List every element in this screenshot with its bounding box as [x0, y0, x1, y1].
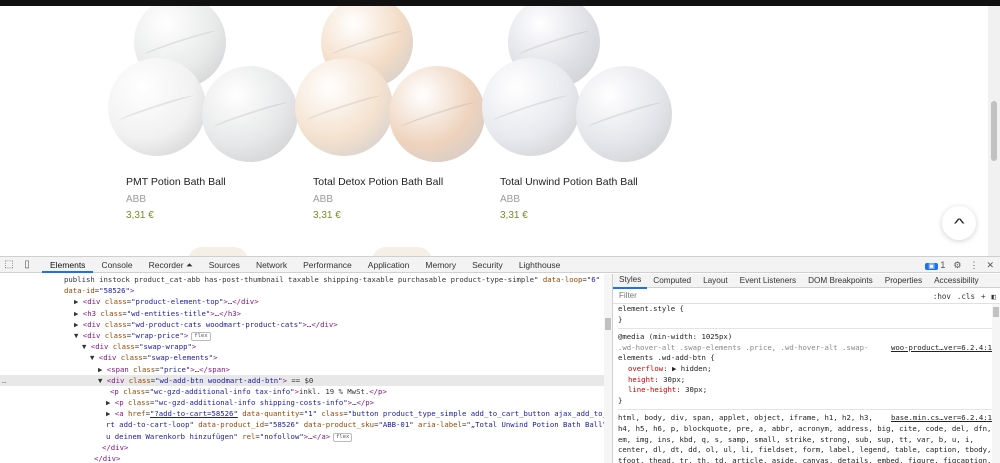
product-brand[interactable]: ABB: [126, 194, 146, 205]
styles-tab-computed[interactable]: Computed: [647, 274, 697, 288]
dom-node-line[interactable]: ▶ <div class="wd-product-cats woodmart-p…: [0, 319, 612, 330]
bath-ball-shape: [295, 58, 393, 156]
styles-filter-bar: Filter :hov .cls + ◧: [613, 288, 1000, 304]
devtools-tab-sources[interactable]: Sources: [201, 257, 248, 273]
next-row-product-peek: [188, 247, 248, 256]
dom-node-line[interactable]: ▼ <div class="swap-elements">: [0, 352, 612, 363]
devtools-tab-lighthouse[interactable]: Lighthouse: [511, 257, 569, 273]
dom-node-line[interactable]: publish instock product_cat-abb has-post…: [0, 274, 612, 285]
devtools-tab-console[interactable]: Console: [93, 257, 140, 273]
issues-icon: ▣: [925, 263, 938, 270]
css-rule-line[interactable]: }: [618, 396, 1000, 407]
css-declaration[interactable]: overflow: ▶ hidden;: [618, 364, 1000, 375]
styles-pane: Styles Computed Layout Event Listeners DOM B…: [612, 274, 1000, 463]
css-declaration[interactable]: height: 30px;: [618, 375, 1000, 386]
product-price: 3,31 €: [500, 210, 528, 221]
product-price: 3,31 €: [313, 210, 341, 221]
product-grid: PMT Potion Bath Ball ABB 3,31 € Total De…: [0, 6, 1000, 256]
product-price: 3,31 €: [126, 210, 154, 221]
dom-node-line[interactable]: ▼ <div class="wrap-price"> flex: [0, 330, 612, 341]
product-brand[interactable]: ABB: [313, 194, 333, 205]
dom-node-line[interactable]: </div>: [0, 442, 612, 453]
chevron-up-icon: ^: [953, 215, 965, 231]
product-image[interactable]: [295, 6, 485, 166]
devtools-panel: ⬚ ▯ Elements Console Recorder ⏶ Sources Netw…: [0, 256, 1000, 463]
css-rule-line[interactable]: element.style {: [618, 304, 1000, 315]
inspect-element-icon[interactable]: ⬚: [0, 257, 18, 273]
settings-gear-icon[interactable]: ⚙: [953, 260, 961, 271]
product-image[interactable]: [482, 6, 672, 166]
styles-tab-bar: Styles Computed Layout Event Listeners DOM B…: [613, 274, 1000, 289]
rule-divider: [618, 328, 1000, 330]
page-scrollbar[interactable]: [988, 6, 1000, 256]
issues-badge[interactable]: ▣ 1: [925, 260, 945, 270]
devtools-tab-recorder[interactable]: Recorder ⏶: [141, 257, 201, 273]
styles-tab-event-listeners[interactable]: Event Listeners: [734, 274, 802, 288]
devtools-tab-network[interactable]: Network: [248, 257, 295, 273]
scroll-to-top-button[interactable]: ^: [942, 206, 976, 240]
styles-filter-input[interactable]: Filter: [619, 291, 637, 300]
device-toolbar-icon[interactable]: ▯: [18, 257, 36, 273]
devtools-tab-memory[interactable]: Memory: [417, 257, 464, 273]
css-rule-line[interactable]: }: [618, 315, 1000, 326]
css-rule-line[interactable]: @media (min-width: 1025px): [618, 332, 1000, 343]
css-rule-line[interactable]: html, body, div, span, applet, object, i…: [618, 413, 1000, 424]
stylesheet-source-link[interactable]: woo-product…ver=6.2.4:1: [891, 343, 992, 354]
devtools-tab-elements[interactable]: Elements: [42, 257, 94, 273]
css-rule-line[interactable]: elements .wd-add-btn {: [618, 353, 1000, 364]
more-options-icon[interactable]: ⋮: [969, 260, 978, 271]
elements-dom-tree[interactable]: publish instock product_cat-abb has-post…: [0, 274, 612, 463]
dom-node-line[interactable]: <p class="wc-gzd-additional-info tax-inf…: [0, 386, 612, 397]
styles-tool-new-rule[interactable]: +: [981, 292, 986, 301]
next-row-product-peek: [372, 247, 432, 256]
bath-ball-shape: [202, 66, 298, 162]
toggle-sidebar-icon[interactable]: ◧: [991, 292, 996, 301]
close-icon[interactable]: ✕: [986, 260, 994, 271]
dom-node-line[interactable]: ▶ <h3 class="wd-entities-title">…</h3>: [0, 308, 612, 319]
product-card[interactable]: Total Detox Potion Bath Ball ABB 3,31 €: [295, 6, 485, 221]
bath-ball-shape: [576, 66, 672, 162]
bath-ball-shape: [482, 58, 580, 156]
dom-node-line[interactable]: data-id="58526">: [0, 285, 612, 296]
stylesheet-source-link[interactable]: base.min.cs…ver=6.2.4:1: [891, 413, 992, 424]
product-title[interactable]: Total Detox Potion Bath Ball: [313, 176, 443, 188]
styles-tab-dom-breakpoints[interactable]: DOM Breakpoints: [802, 274, 879, 288]
bath-ball-shape: [108, 58, 206, 156]
product-card[interactable]: PMT Potion Bath Ball ABB 3,31 €: [108, 6, 298, 221]
styles-tab-layout[interactable]: Layout: [697, 274, 734, 288]
dom-node-line[interactable]: ▼ <div class="swap-wrapp">: [0, 341, 612, 352]
styles-tool-class-toggle[interactable]: .cls: [957, 292, 975, 301]
product-image[interactable]: [108, 6, 298, 166]
styles-tab-properties[interactable]: Properties: [879, 274, 928, 288]
css-rules-list[interactable]: element.style {} @media (min-width: 1025p…: [613, 304, 1000, 463]
product-title[interactable]: PMT Potion Bath Ball: [126, 176, 226, 188]
dom-node-line[interactable]: u deinem Warenkorb hinzufügen" rel="nofo…: [0, 431, 612, 442]
devtools-tab-application[interactable]: Application: [360, 257, 418, 273]
dom-node-line[interactable]: rt add-to-cart-loop" data-product_id="58…: [0, 419, 612, 430]
product-brand[interactable]: ABB: [500, 194, 520, 205]
styles-tab-accessibility[interactable]: Accessibility: [928, 274, 985, 288]
styles-tab-styles[interactable]: Styles: [613, 274, 648, 289]
product-card[interactable]: Total Unwind Potion Bath Ball ABB 3,31 €: [482, 6, 672, 221]
styles-tool-hover-state[interactable]: :hov: [933, 292, 951, 301]
dom-node-line[interactable]: ▶ <span class="price">…</span>: [0, 364, 612, 375]
devtools-tab-security[interactable]: Security: [464, 257, 511, 273]
product-title[interactable]: Total Unwind Potion Bath Ball: [500, 176, 638, 188]
css-rule-line[interactable]: .wd-hover-alt .swap-elements .price, .wd…: [618, 343, 1000, 354]
css-declaration[interactable]: line-height: 30px;: [618, 385, 1000, 396]
dom-node-line[interactable]: ▶ <p class="wc-gzd-additional-info shipp…: [0, 397, 612, 408]
rule-divider: [618, 409, 1000, 411]
selected-dom-node[interactable]: … ▼ <div class="wd-add-btn woodmart-add-b…: [0, 374, 612, 386]
bath-ball-shape: [389, 66, 485, 162]
css-rule-line[interactable]: h4, h5, h6, p, blockquote, pre, a, abbr,…: [618, 424, 1000, 435]
css-rule-line[interactable]: center, dl, dt, dd, ol, ul, li, fieldset…: [618, 445, 1000, 456]
devtools-tab-bar: ⬚ ▯ Elements Console Recorder ⏶ Sources Netw…: [0, 257, 1000, 273]
styles-scrollbar[interactable]: [992, 304, 1000, 463]
devtools-tab-performance[interactable]: Performance: [295, 257, 360, 273]
dom-node-line[interactable]: ▶ <a href="?add-to-cart=58526" data-quan…: [0, 408, 612, 419]
dom-node-line[interactable]: ▶ <div class="product-element-top">…</di…: [0, 296, 612, 307]
dom-tree-scrollbar[interactable]: [604, 274, 612, 463]
css-rule-line[interactable]: em, img, ins, kbd, q, s, samp, small, st…: [618, 435, 1000, 446]
